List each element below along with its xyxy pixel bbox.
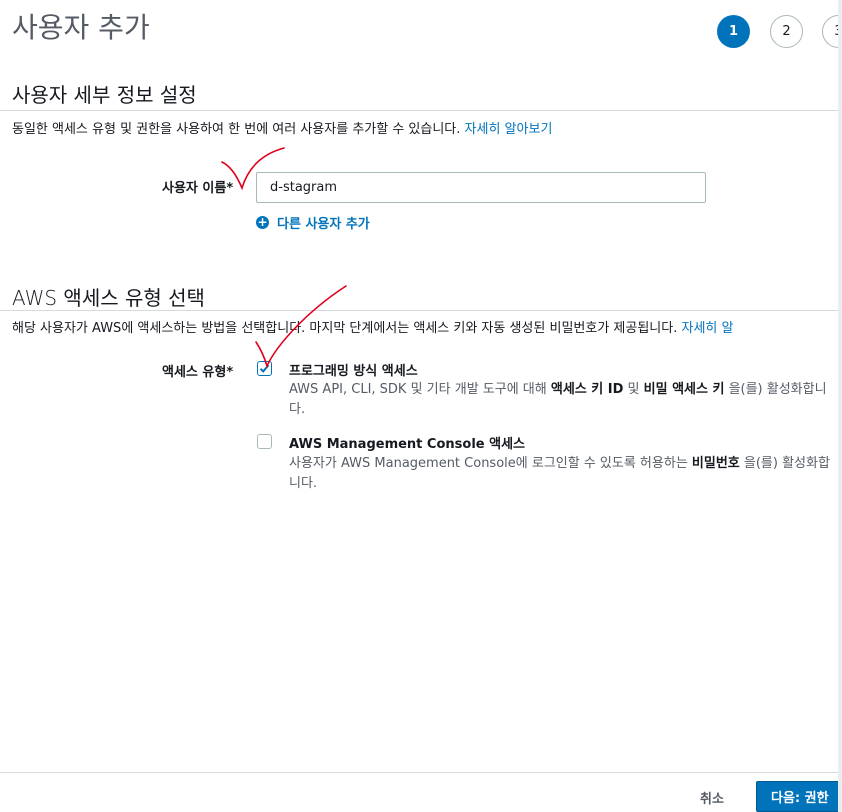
section-divider xyxy=(0,310,838,311)
console-access-description: 사용자가 AWS Management Console에 로그인할 수 있도록 … xyxy=(289,454,839,494)
console-access-checkbox[interactable] xyxy=(257,434,272,449)
step-2-indicator[interactable]: 2 xyxy=(770,15,803,48)
next-permissions-button[interactable]: 다음: 권한 xyxy=(756,781,842,812)
user-details-description: 동일한 액세스 유형 및 권한을 사용하여 한 번에 여러 사용자를 추가할 수… xyxy=(12,118,552,137)
access-type-heading: AWS 액세스 유형 선택 xyxy=(12,286,205,310)
console-access-desc-prefix: 사용자가 AWS Management Console에 로그인할 수 있도록 … xyxy=(289,456,692,471)
annotation-checkmark-icon xyxy=(221,147,285,191)
programmatic-access-description: AWS API, CLI, SDK 및 기타 개발 도구에 대해 액세스 키 I… xyxy=(289,380,839,420)
secret-access-key-text: 비밀 액세스 키 xyxy=(643,382,725,397)
add-another-user-label: 다른 사용자 추가 xyxy=(277,217,370,232)
learn-more-link[interactable]: 자세히 알 xyxy=(682,321,734,336)
page-title: 사용자 추가 xyxy=(12,11,150,44)
step-1-indicator[interactable]: 1 xyxy=(717,15,750,48)
programmatic-access-desc-prefix: AWS API, CLI, SDK 및 기타 개발 도구에 대해 xyxy=(289,382,551,397)
programmatic-access-desc-mid: 및 xyxy=(623,382,644,397)
cancel-button[interactable]: 취소 xyxy=(700,788,724,807)
annotation-checkmark-icon xyxy=(255,285,347,369)
username-input[interactable] xyxy=(256,172,706,203)
user-details-description-text: 동일한 액세스 유형 및 권한을 사용하여 한 번에 여러 사용자를 추가할 수… xyxy=(12,122,461,137)
user-details-heading: 사용자 세부 정보 설정 xyxy=(12,83,197,107)
access-type-label: 액세스 유형* xyxy=(162,365,234,380)
plus-circle-icon: + xyxy=(256,215,269,229)
console-access-title: AWS Management Console 액세스 xyxy=(289,437,525,452)
footer-divider xyxy=(0,772,842,773)
password-text: 비밀번호 xyxy=(691,456,740,471)
scrollbar[interactable] xyxy=(838,0,842,812)
access-type-description: 해당 사용자가 AWS에 액세스하는 방법을 선택합니다. 마지막 단계에서는 … xyxy=(12,317,733,336)
section-divider xyxy=(0,110,838,111)
access-key-id-text: 액세스 키 ID xyxy=(550,382,624,397)
add-another-user-button[interactable]: + 다른 사용자 추가 xyxy=(256,213,370,232)
learn-more-link[interactable]: 자세히 알아보기 xyxy=(465,122,553,137)
